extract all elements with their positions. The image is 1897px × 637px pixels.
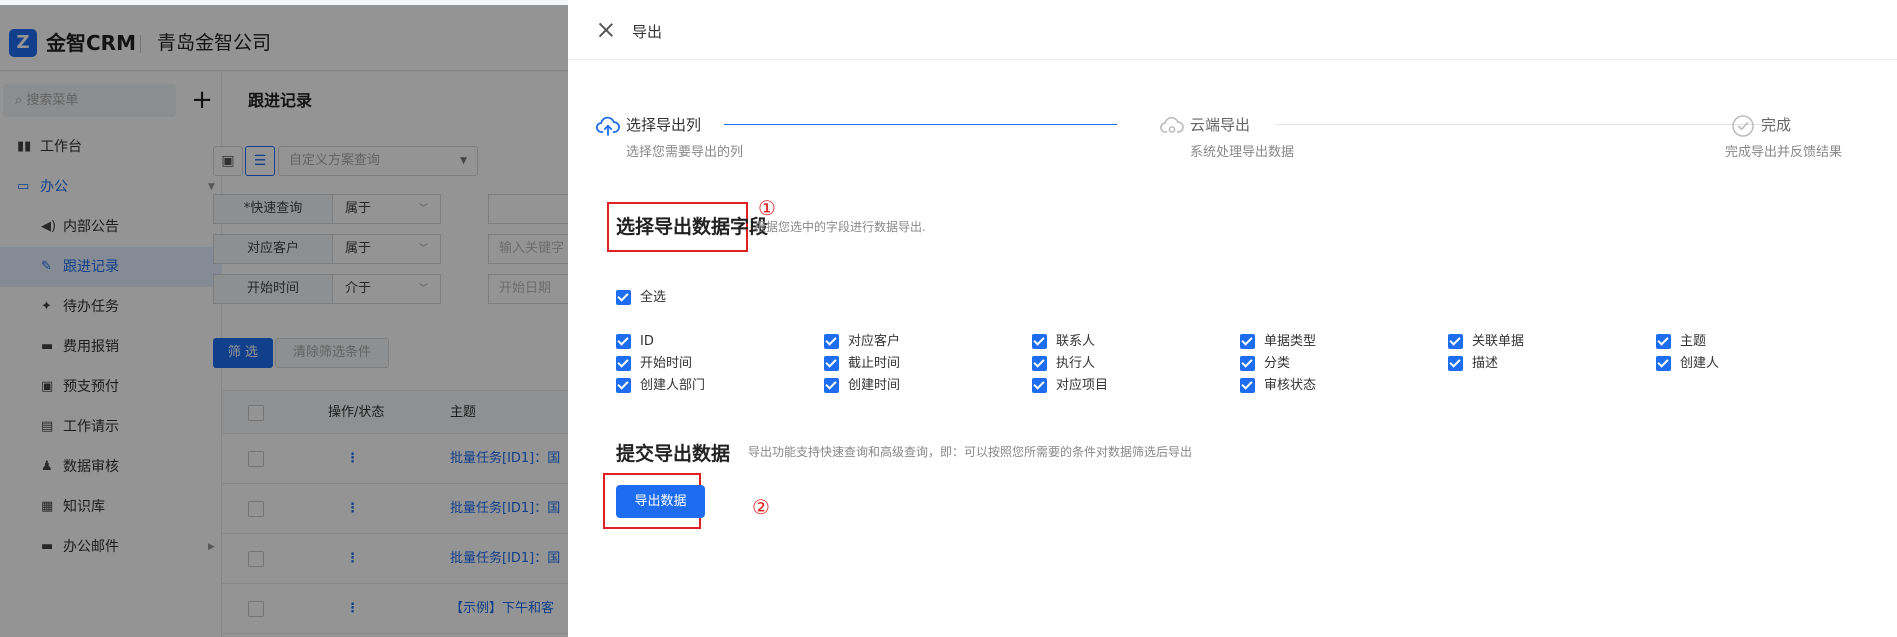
step-desc: 系统处理导出数据 — [1190, 145, 1295, 160]
field-label: 联系人 — [1056, 334, 1096, 349]
field-label: 对应客户 — [848, 334, 901, 349]
field-label: 创建人部门 — [640, 378, 706, 393]
checkbox-checked[interactable] — [1032, 356, 1047, 371]
cloud-icon — [1160, 116, 1184, 133]
export-drawer: 导出 选择导出列 选择您需要导出的列 云端导出 系统处理导出数据 完成 完成导出… — [568, 0, 1897, 637]
field-label: 单据类型 — [1264, 334, 1317, 349]
annotation-number-1: ① — [758, 196, 776, 220]
annotation-number-2: ② — [752, 495, 770, 519]
field-label: 分类 — [1264, 356, 1291, 371]
step-connector — [724, 124, 1117, 125]
checkbox-checked[interactable] — [824, 378, 839, 393]
field-label: 描述 — [1472, 356, 1499, 371]
step-connector — [1276, 124, 1776, 125]
export-data-button[interactable]: 导出数据 — [616, 485, 705, 518]
checkbox-checked[interactable] — [616, 378, 631, 393]
section-title-submit-export: 提交导出数据 — [616, 443, 731, 465]
field-label: 对应项目 — [1056, 378, 1109, 393]
cloud-upload-icon — [596, 116, 620, 136]
checkbox-checked[interactable] — [1032, 334, 1047, 349]
checkbox-checked[interactable] — [1448, 356, 1463, 371]
checkbox-checked[interactable] — [616, 356, 631, 371]
step-title: 选择导出列 — [626, 116, 702, 134]
step-desc: 选择您需要导出的列 — [626, 145, 744, 160]
section-hint-select-fields: 根据您选中的字段进行数据导出. — [754, 220, 926, 234]
checkbox-checked[interactable] — [1240, 378, 1255, 393]
field-label: 主题 — [1680, 334, 1707, 349]
section-title-select-fields: 选择导出数据字段 — [616, 216, 769, 238]
checkbox-checked[interactable] — [1032, 378, 1047, 393]
checkbox-checked[interactable] — [824, 334, 839, 349]
field-label: 开始时间 — [640, 356, 693, 371]
drawer-title: 导出 — [632, 23, 663, 41]
field-label: 执行人 — [1056, 356, 1096, 371]
step-title: 云端导出 — [1190, 116, 1251, 134]
check-circle-icon — [1732, 115, 1754, 137]
checkbox-checked[interactable] — [1656, 334, 1671, 349]
step-desc: 完成导出并反馈结果 — [1725, 145, 1843, 160]
checkbox-checked[interactable] — [824, 356, 839, 371]
field-label: 创建时间 — [848, 378, 901, 393]
checkbox-checked[interactable] — [1240, 334, 1255, 349]
close-icon[interactable] — [598, 22, 614, 38]
field-label: 创建人 — [1680, 356, 1720, 371]
field-label: ID — [640, 334, 654, 349]
checkbox-checked[interactable] — [1656, 356, 1671, 371]
drawer-header: 导出 — [568, 0, 1897, 60]
checkbox-checked[interactable] — [616, 290, 631, 305]
field-label: 关联单据 — [1472, 334, 1525, 349]
checkbox-checked[interactable] — [616, 334, 631, 349]
checkbox-checked[interactable] — [1448, 334, 1463, 349]
section-hint-submit-export: 导出功能支持快速查询和高级查询，即：可以按照您所需要的条件对数据筛选后导出 — [748, 445, 1193, 459]
field-label: 审核状态 — [1264, 378, 1317, 393]
field-label: 截止时间 — [848, 356, 901, 371]
checkbox-checked[interactable] — [1240, 356, 1255, 371]
select-all-label: 全选 — [640, 290, 667, 305]
step-title: 完成 — [1761, 116, 1792, 134]
